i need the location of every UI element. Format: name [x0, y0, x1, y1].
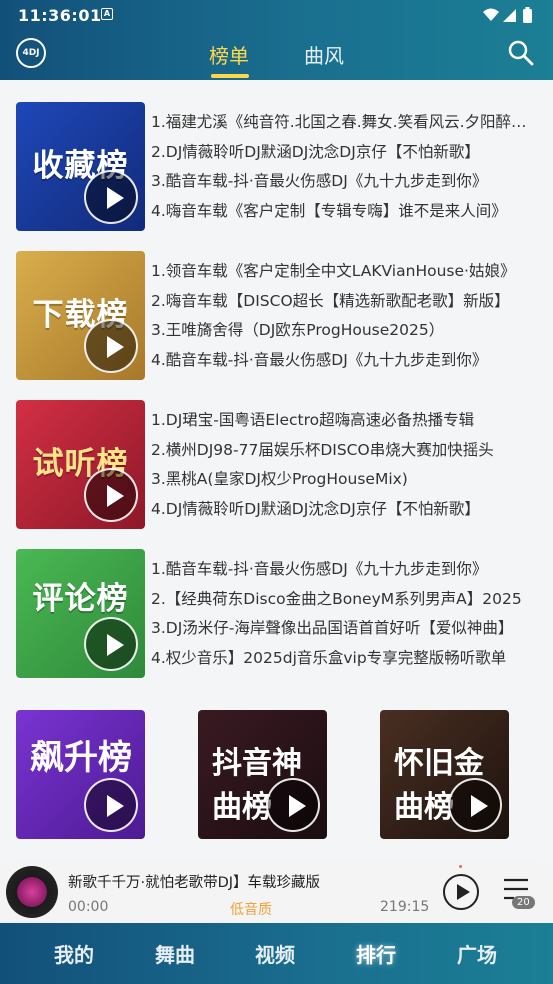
play-icon[interactable]	[84, 617, 138, 671]
signal-icon	[503, 9, 516, 22]
duration-time: 219:15	[380, 899, 430, 915]
wifi-icon	[483, 8, 499, 21]
song-item[interactable]: 1.领音车载《客户定制全中文LAKVianHouse·姑娘》	[151, 257, 533, 287]
song-item[interactable]: 3.酷音车载-抖·音最火伤感DJ《九十九步走到你》	[151, 167, 533, 197]
play-icon[interactable]	[448, 778, 502, 832]
album-art-disc[interactable]	[6, 866, 58, 918]
song-item[interactable]: 4.DJ情薇聆听DJ默涵DJ沈念DJ京仔【不怕新歌】	[151, 495, 533, 525]
battery-icon	[523, 9, 532, 23]
song-item[interactable]: 2.DJ情薇聆听DJ默涵DJ沈念DJ京仔【不怕新歌】	[151, 138, 533, 168]
nav-rankings[interactable]: 排行	[356, 939, 396, 968]
chart-row-favorites[interactable]: 收藏榜 1.福建尤溪《纯音符.北国之春.舞女.笑看风云.夕阳醉了》 2.DJ情薇…	[16, 102, 536, 232]
app-logo-icon[interactable]: 4DJ	[16, 38, 46, 68]
search-icon[interactable]	[507, 39, 535, 67]
play-icon[interactable]	[266, 778, 320, 832]
song-item[interactable]: 3.DJ汤米仔-海岸聲像出品国语首首好听【爱似神曲】	[151, 614, 533, 644]
mini-player[interactable]: 新歌千千万·就怕老歌带DJ】车载珍藏版 00:00 低音质 219:15 20	[0, 861, 553, 923]
chart-row-comments[interactable]: 评论榜 1.酷音车载-抖·音最火伤感DJ《九十九步走到你》 2.【经典荷东Dis…	[16, 549, 536, 679]
status-bar: 11:36:01 A	[0, 0, 553, 30]
tab-charts[interactable]: 榜单	[209, 40, 249, 69]
song-item[interactable]: 1.福建尤溪《纯音符.北国之春.舞女.笑看风云.夕阳醉了》	[151, 108, 533, 138]
song-item[interactable]: 3.王唯旖舍得（DJ欧东ProgHouse2025）	[151, 316, 533, 346]
tab-genres[interactable]: 曲风	[304, 40, 344, 69]
status-time: 11:36:01	[18, 6, 102, 25]
play-icon[interactable]	[84, 170, 138, 224]
chart-row-downloads[interactable]: 下载榜 1.领音车载《客户定制全中文LAKVianHouse·姑娘》 2.嗨音车…	[16, 251, 536, 381]
nav-mine[interactable]: 我的	[54, 939, 94, 968]
chart-song-list: 1.福建尤溪《纯音符.北国之春.舞女.笑看风云.夕阳醉了》 2.DJ情薇聆听DJ…	[151, 108, 533, 226]
chart-cover-trial[interactable]: 试听榜	[16, 400, 145, 529]
nav-dance[interactable]: 舞曲	[155, 939, 195, 968]
bottom-nav: 我的 舞曲 视频 排行 广场	[0, 923, 553, 984]
song-item[interactable]: 2.嗨音车载【DISCO超长【精选新歌配老歌】新版】	[151, 287, 533, 317]
app-header: 11:36:01 A 4DJ 榜单 曲风	[0, 0, 553, 80]
chart-cover-rising[interactable]: 飙升榜	[16, 710, 145, 839]
elapsed-time: 00:00	[68, 899, 109, 915]
sim-icon: A	[101, 8, 113, 20]
song-item[interactable]: 4.权少音乐】2025dj音乐盒vip专享完整版畅听歌单	[151, 644, 533, 674]
chart-song-list: 1.领音车载《客户定制全中文LAKVianHouse·姑娘》 2.嗨音车载【DI…	[151, 257, 533, 375]
chart-song-list: 1.DJ珺宝-国粤语Electro超嗨高速必备热播专辑 2.横州DJ98-77届…	[151, 406, 533, 524]
playlist-count-badge: 20	[512, 896, 535, 909]
progress-dot	[459, 865, 462, 868]
chart-cover-label: 评论榜	[32, 581, 129, 617]
chart-cover-comments[interactable]: 评论榜	[16, 549, 145, 678]
quality-label[interactable]: 低音质	[230, 899, 272, 919]
nav-plaza[interactable]: 广场	[457, 939, 497, 968]
chart-cover-downloads[interactable]: 下载榜	[16, 251, 145, 380]
system-status-icons	[483, 7, 532, 23]
top-bar: 4DJ 榜单 曲风	[0, 30, 553, 80]
play-icon[interactable]	[84, 468, 138, 522]
song-item[interactable]: 1.DJ珺宝-国粤语Electro超嗨高速必备热播专辑	[151, 406, 533, 436]
play-icon[interactable]	[84, 778, 138, 832]
chart-cover-favorites[interactable]: 收藏榜	[16, 102, 145, 231]
now-playing-title: 新歌千千万·就怕老歌带DJ】车载珍藏版	[68, 875, 321, 891]
song-item[interactable]: 1.酷音车载-抖·音最火伤感DJ《九十九步走到你》	[151, 555, 533, 585]
chart-song-list: 1.酷音车载-抖·音最火伤感DJ《九十九步走到你》 2.【经典荷东Disco金曲…	[151, 555, 533, 673]
play-pause-button[interactable]	[443, 874, 479, 910]
play-icon[interactable]	[84, 319, 138, 373]
song-item[interactable]: 2.【经典荷东Disco金曲之BoneyM系列男声A】2025	[151, 585, 533, 615]
chart-cover-douyin[interactable]: 抖音神曲榜	[198, 710, 327, 839]
song-item[interactable]: 3.黑桃A(皇家DJ权少ProgHouseMix)	[151, 465, 533, 495]
tab-active-indicator	[211, 74, 249, 78]
chart-cover-label: 飙升榜	[30, 738, 132, 778]
chart-cover-nostalgic[interactable]: 怀旧金曲榜	[380, 710, 509, 839]
song-item[interactable]: 4.酷音车载-抖·音最火伤感DJ《九十九步走到你》	[151, 346, 533, 376]
nav-video[interactable]: 视频	[255, 939, 295, 968]
chart-row-trial[interactable]: 试听榜 1.DJ珺宝-国粤语Electro超嗨高速必备热播专辑 2.横州DJ98…	[16, 400, 536, 530]
song-item[interactable]: 4.嗨音车载《客户定制【专辑专嗨】谁不是来人间》	[151, 197, 533, 227]
song-item[interactable]: 2.横州DJ98-77届娱乐杯DISCO串烧大赛加快摇头	[151, 436, 533, 466]
